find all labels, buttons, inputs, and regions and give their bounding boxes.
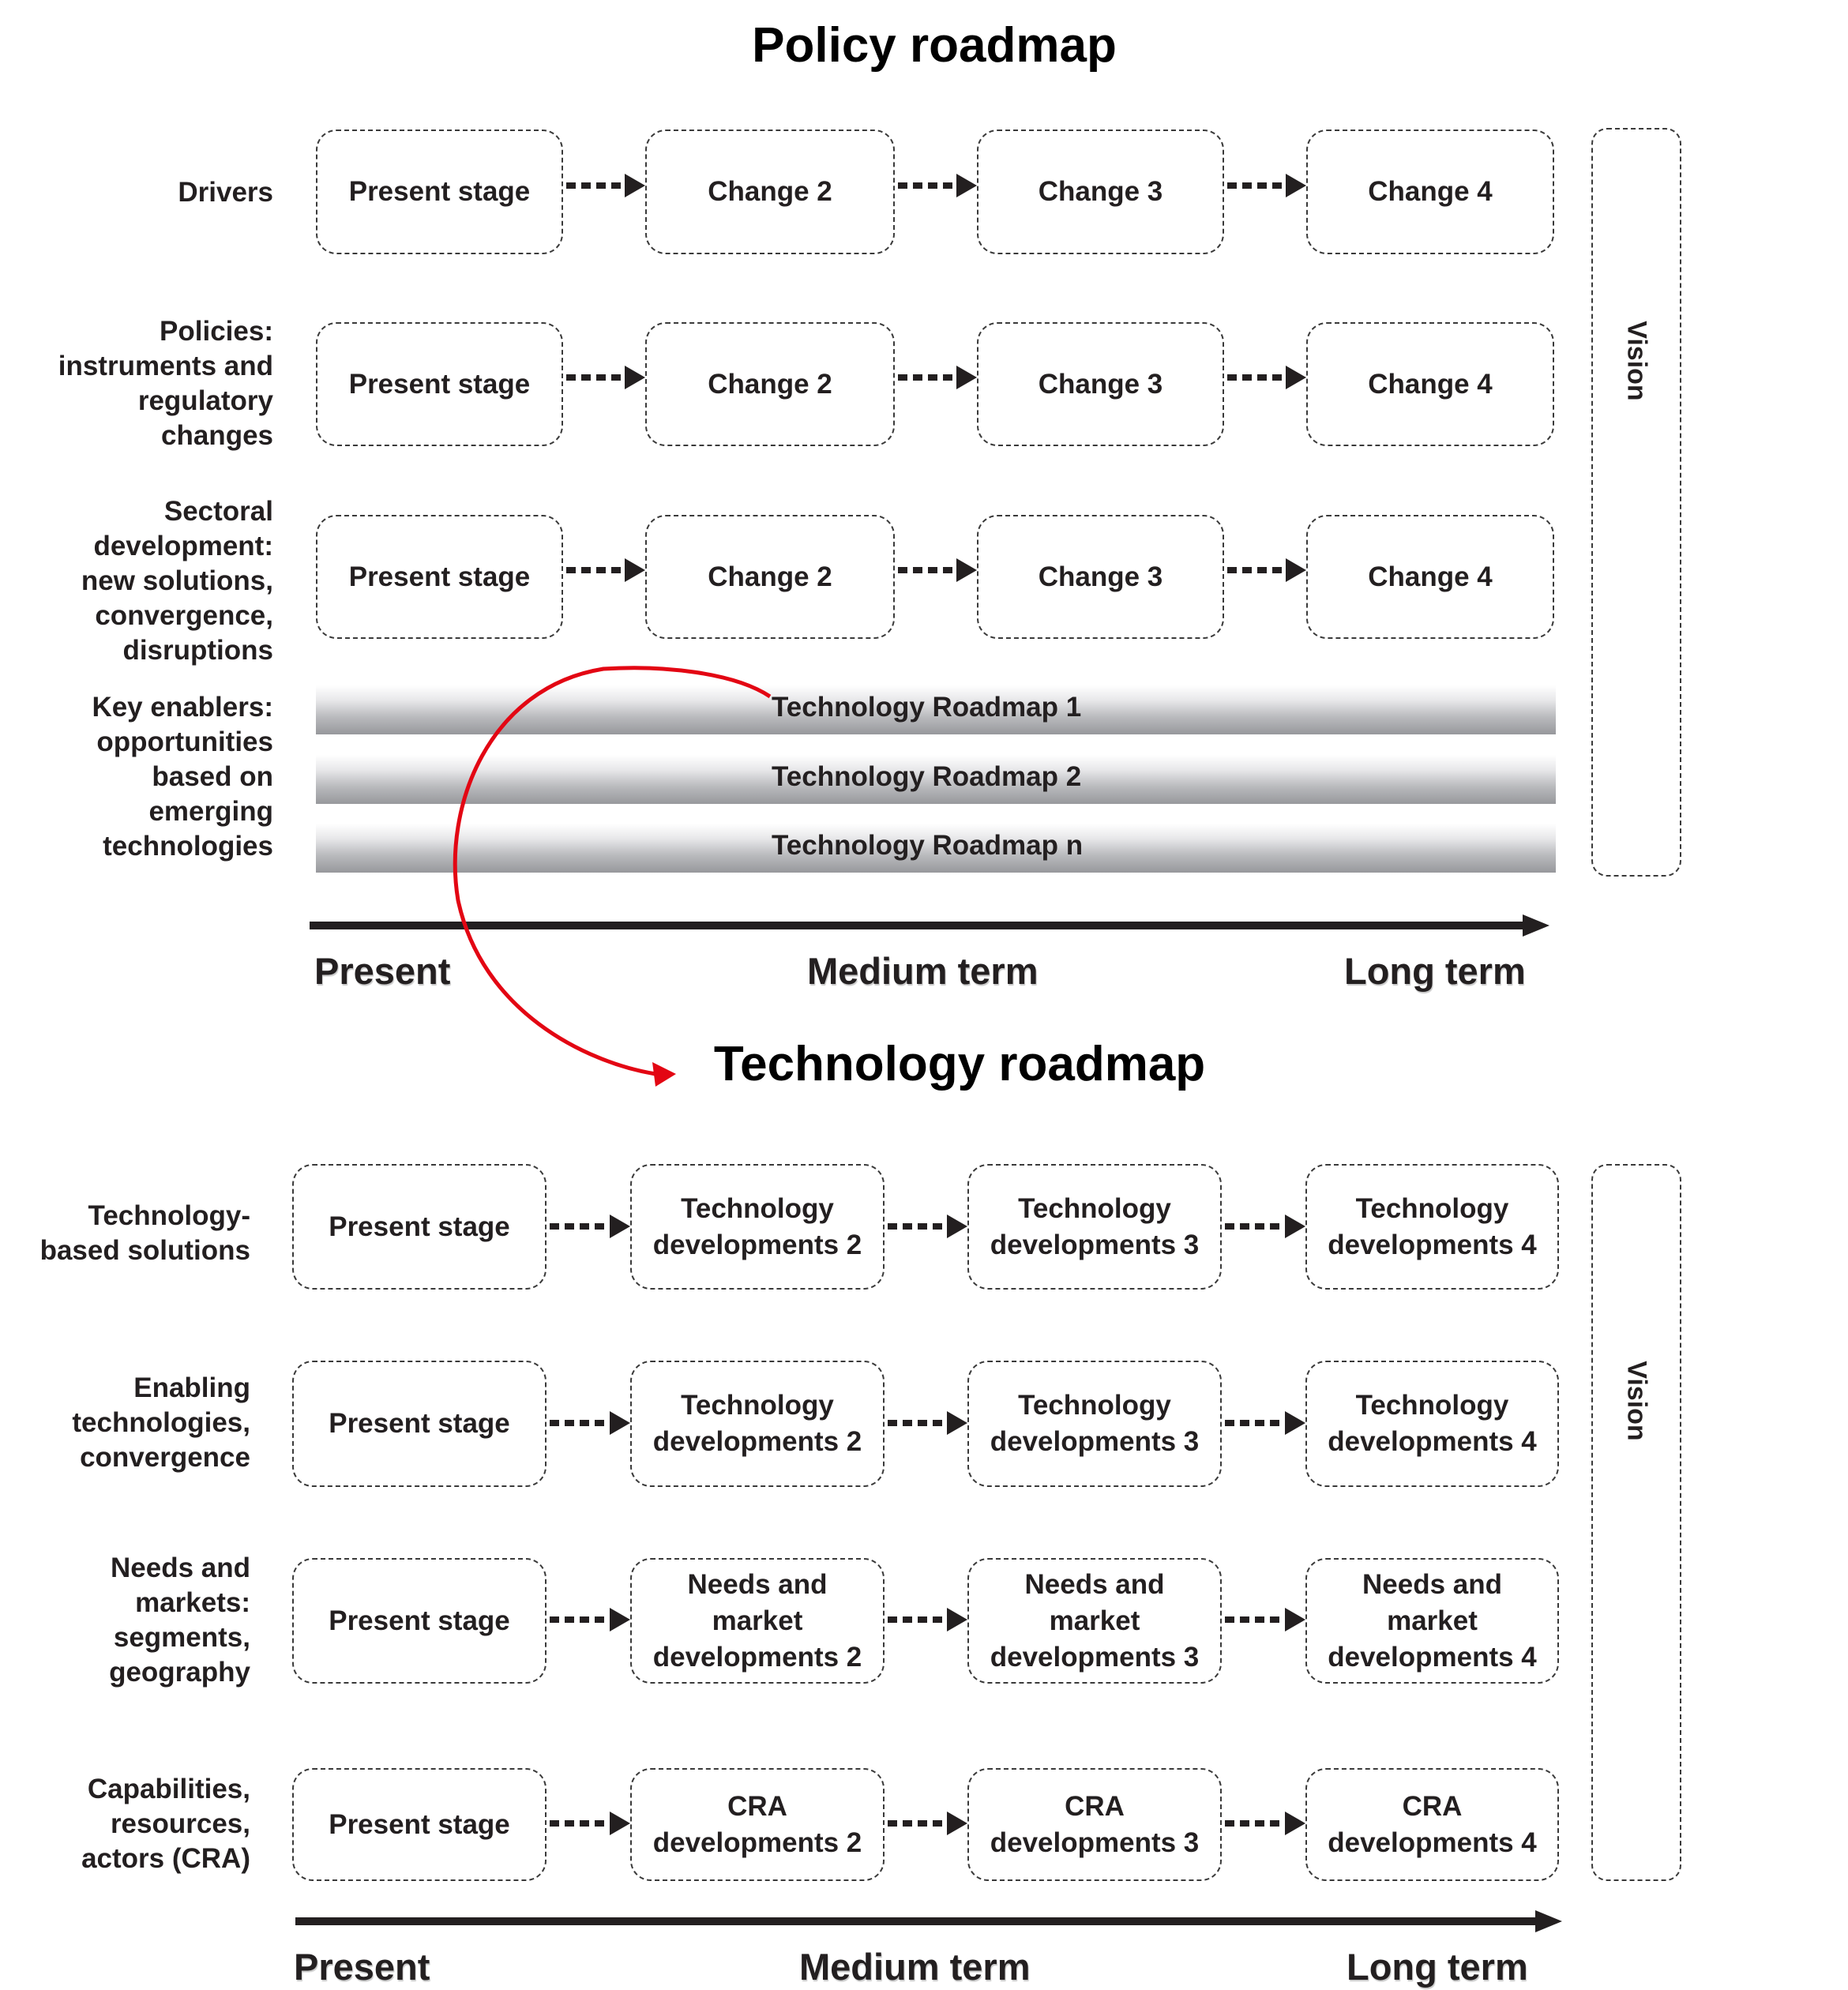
policy-drivers-stage-4: Change 4 (1306, 130, 1554, 254)
tech-row-label-enabling: Enabling technologies, convergence (72, 1372, 250, 1473)
dotted-arrow-icon (563, 558, 645, 582)
policy-roadmap-title: Policy roadmap (752, 18, 1117, 73)
policy-sectoral-stage-4: Change 4 (1306, 515, 1554, 639)
technology-roadmap-title: Technology roadmap (713, 1037, 1206, 1091)
tech-row-label-needs: Needs and markets: segments, geography (109, 1553, 250, 1688)
tech-cra-stage-3: CRA developments 3 (967, 1768, 1222, 1881)
dotted-arrow-icon (547, 1812, 630, 1835)
policy-row-label-sectoral: Sectoral development: new solutions, con… (81, 496, 273, 666)
tech-needs-stage-1: Present stage (292, 1558, 547, 1684)
tech-enabling-stage-1: Present stage (292, 1361, 547, 1487)
policy-timeline-axis (310, 922, 1526, 929)
tech-solutions-stage-3: Technology developments 3 (967, 1164, 1222, 1290)
tech-solutions-stage-2: Technology developments 2 (630, 1164, 885, 1290)
technology-roadmap-bar-1: Technology Roadmap 1 (316, 685, 1556, 734)
tech-cra-stage-4: CRA developments 4 (1305, 1768, 1559, 1881)
red-arrowhead-icon (652, 1062, 676, 1087)
tech-solutions-stage-4: Technology developments 4 (1305, 1164, 1559, 1290)
tech-needs-stage-4: Needs and market developments 4 (1305, 1558, 1559, 1684)
dotted-arrow-icon (895, 174, 977, 197)
policy-row-label-enablers: Key enablers: opportunities based on eme… (92, 692, 273, 862)
tech-enabling-stage-4: Technology developments 4 (1305, 1361, 1559, 1487)
dotted-arrow-icon (547, 1215, 630, 1238)
policy-drivers-stage-3: Change 3 (977, 130, 1224, 254)
policy-row-label-drivers: Drivers (178, 177, 273, 208)
dotted-arrow-icon (1224, 366, 1306, 389)
policy-sectoral-stage-1: Present stage (316, 515, 563, 639)
policy-vision-box: Vision (1591, 128, 1681, 877)
policy-timeline-long-term: Long term (1344, 950, 1526, 992)
dotted-arrow-icon (885, 1608, 967, 1631)
technology-timeline-medium-term: Medium term (799, 1946, 1031, 1988)
policy-policies-stage-2: Change 2 (645, 322, 895, 446)
policy-timeline-present: Present (314, 950, 451, 992)
tech-cra-stage-1: Present stage (292, 1768, 547, 1881)
policy-vision-label: Vision (1621, 320, 1652, 401)
dotted-arrow-icon (885, 1215, 967, 1238)
dotted-arrow-icon (885, 1411, 967, 1435)
timeline-arrowhead-icon (1523, 914, 1549, 937)
policy-policies-stage-3: Change 3 (977, 322, 1224, 446)
policy-sectoral-stage-2: Change 2 (645, 515, 895, 639)
dotted-arrow-icon (885, 1812, 967, 1835)
policy-drivers-stage-2: Change 2 (645, 130, 895, 254)
tech-needs-stage-2: Needs and market developments 2 (630, 1558, 885, 1684)
technology-timeline-present: Present (294, 1946, 430, 1988)
dotted-arrow-icon (1222, 1608, 1305, 1631)
policy-policies-stage-4: Change 4 (1306, 322, 1554, 446)
policy-row-label-policies: Policies: instruments and regulatory cha… (58, 316, 273, 451)
tech-enabling-stage-2: Technology developments 2 (630, 1361, 885, 1487)
technology-roadmap-bar-label: Technology Roadmap n (772, 830, 1084, 861)
dotted-arrow-icon (563, 174, 645, 197)
dotted-arrow-icon (895, 558, 977, 582)
link-arrow-overlay (453, 666, 772, 1087)
dotted-arrow-icon (895, 366, 977, 389)
dotted-arrow-icon (1224, 558, 1306, 582)
tech-needs-stage-3: Needs and market developments 3 (967, 1558, 1222, 1684)
timeline-arrowhead-icon (1535, 1910, 1562, 1932)
policy-drivers-stage-1: Present stage (316, 130, 563, 254)
policy-policies-stage-1: Present stage (316, 322, 563, 446)
policy-timeline-medium-term: Medium term (807, 950, 1039, 992)
technology-vision-box: Vision (1591, 1164, 1681, 1881)
dotted-arrow-icon (547, 1608, 630, 1631)
technology-roadmap-bar-label: Technology Roadmap 1 (772, 692, 1082, 723)
tech-row-label-solutions: Technology- based solutions (39, 1200, 250, 1266)
tech-row-label-capabilities: Capabilities, resources, actors (CRA) (81, 1774, 250, 1874)
technology-vision-label: Vision (1621, 1361, 1652, 1442)
tech-cra-stage-2: CRA developments 2 (630, 1768, 885, 1881)
dotted-arrow-icon (1222, 1812, 1305, 1835)
tech-enabling-stage-3: Technology developments 3 (967, 1361, 1222, 1487)
dotted-arrow-icon (547, 1411, 630, 1435)
technology-timeline-long-term: Long term (1347, 1946, 1528, 1988)
technology-roadmap-bar-2: Technology Roadmap 2 (316, 755, 1556, 804)
dotted-arrow-icon (1224, 174, 1306, 197)
policy-sectoral-stage-3: Change 3 (977, 515, 1224, 639)
dotted-arrow-icon (1222, 1411, 1305, 1435)
technology-roadmap-bar-label: Technology Roadmap 2 (772, 761, 1082, 792)
dotted-arrow-icon (563, 366, 645, 389)
dotted-arrow-icon (1222, 1215, 1305, 1238)
technology-timeline-axis (295, 1917, 1535, 1925)
tech-solutions-stage-1: Present stage (292, 1164, 547, 1290)
technology-roadmap-bar-n: Technology Roadmap n (316, 824, 1556, 873)
